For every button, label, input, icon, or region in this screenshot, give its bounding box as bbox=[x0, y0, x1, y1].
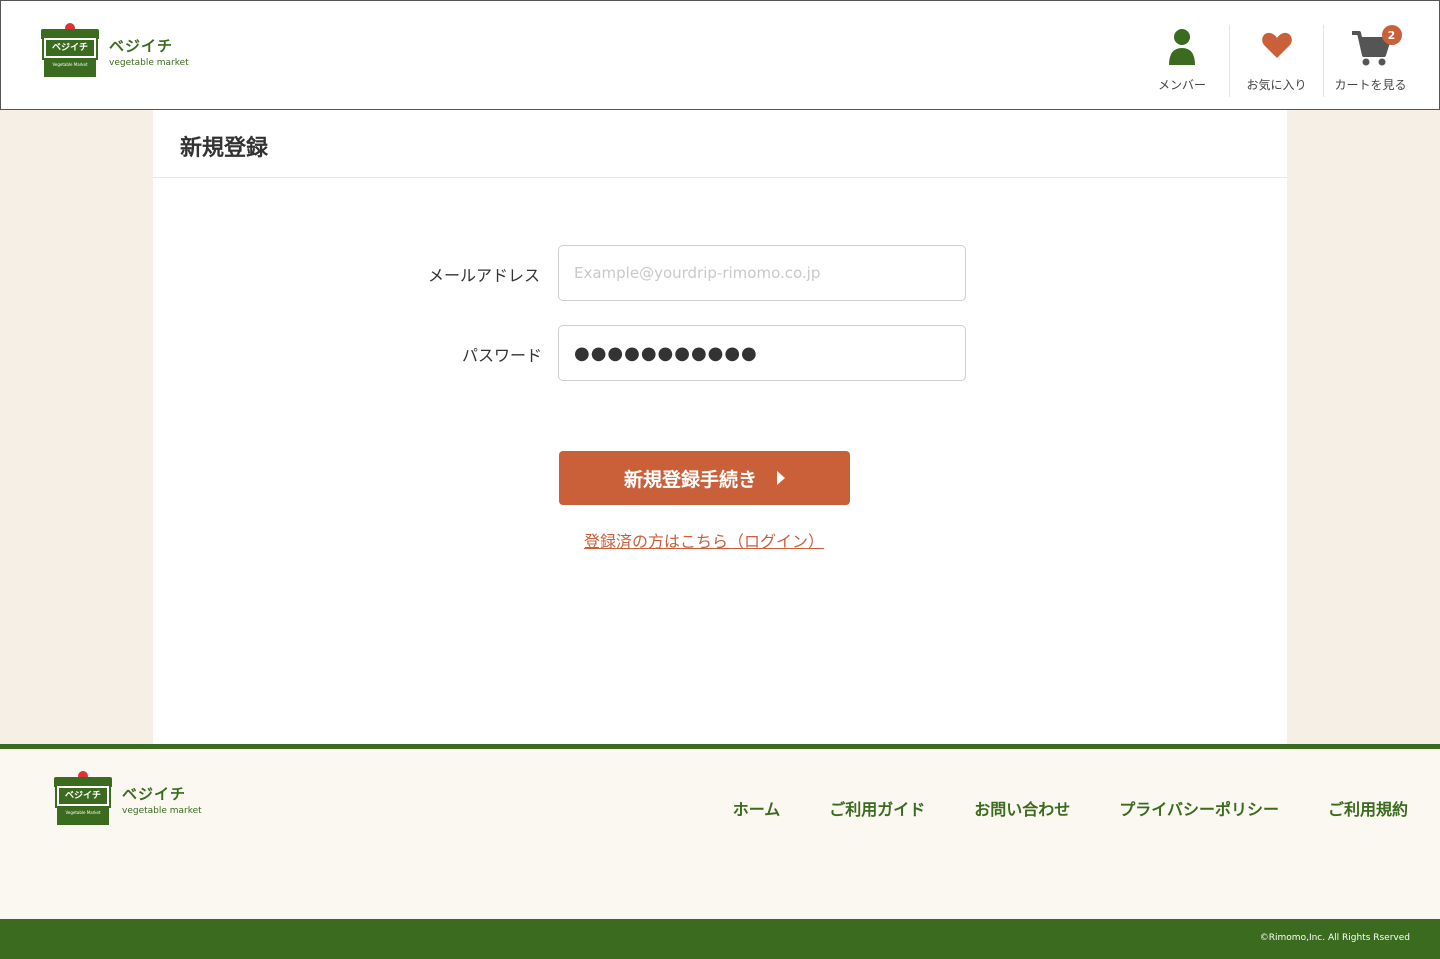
register-submit-button[interactable]: 新規登録手続き bbox=[559, 451, 850, 505]
logo-name: ベジイチ bbox=[109, 36, 174, 55]
logo-subtitle: vegetable market bbox=[109, 57, 189, 68]
email-row: メールアドレス bbox=[153, 245, 1287, 301]
footer-logo[interactable]: ベジイチ Vegetable Market ベジイチ vegetable mar… bbox=[54, 771, 202, 827]
page-title: 新規登録 bbox=[153, 110, 1287, 178]
cart-button[interactable]: 2 カートを見る bbox=[1323, 25, 1417, 97]
site-logo[interactable]: ベジイチ Vegetable Market ベジイチ vegetable mar… bbox=[41, 23, 189, 79]
password-label: パスワード bbox=[461, 346, 542, 365]
heart-icon bbox=[1261, 32, 1292, 58]
password-row: パスワード bbox=[153, 325, 1287, 381]
header-nav: メンバー お気に入り 2 カートを見る bbox=[1135, 25, 1417, 97]
footer-nav: ホーム ご利用ガイド お問い合わせ プライバシーポリシー ご利用規約 bbox=[733, 796, 1408, 820]
footer-link-home[interactable]: ホーム bbox=[733, 796, 781, 820]
register-submit-label: 新規登録手続き bbox=[623, 468, 757, 491]
member-label: メンバー bbox=[1157, 78, 1206, 92]
logo-sign-text: ベジイチ bbox=[55, 784, 111, 808]
logo-stall-icon: ベジイチ Vegetable Market bbox=[54, 771, 112, 827]
logo-sign-text: ベジイチ bbox=[42, 36, 98, 60]
registration-card: 新規登録 メールアドレス パスワード 新規登録手続き 登録済の方はこちら（ログイ… bbox=[153, 110, 1287, 744]
email-input[interactable] bbox=[558, 245, 966, 301]
favorites-label: お気に入り bbox=[1246, 78, 1307, 92]
caret-right-icon bbox=[777, 471, 785, 485]
password-input[interactable] bbox=[558, 325, 966, 381]
footer-bar: ©Rimomo,Inc. All Rights Rserved bbox=[0, 919, 1440, 959]
footer-link-guide[interactable]: ご利用ガイド bbox=[829, 796, 925, 820]
site-header: ベジイチ Vegetable Market ベジイチ vegetable mar… bbox=[0, 0, 1440, 110]
favorites-button[interactable]: お気に入り bbox=[1229, 25, 1323, 97]
footer-link-privacy[interactable]: プライバシーポリシー bbox=[1119, 796, 1279, 820]
logo-stall-text: Vegetable Market bbox=[44, 60, 96, 77]
logo-name: ベジイチ bbox=[122, 784, 187, 803]
footer-link-terms[interactable]: ご利用規約 bbox=[1328, 796, 1408, 820]
email-label: メールアドレス bbox=[427, 266, 540, 285]
logo-subtitle: vegetable market bbox=[122, 805, 202, 816]
logo-stall-text: Vegetable Market bbox=[57, 808, 109, 825]
copyright-text: ©Rimomo,Inc. All Rights Rserved bbox=[1259, 933, 1410, 943]
person-icon bbox=[1169, 29, 1195, 65]
member-button[interactable]: メンバー bbox=[1135, 25, 1229, 97]
footer-link-contact[interactable]: お問い合わせ bbox=[974, 796, 1070, 820]
site-footer: ベジイチ Vegetable Market ベジイチ vegetable mar… bbox=[0, 744, 1440, 919]
cart-count-badge: 2 bbox=[1381, 25, 1402, 45]
login-link[interactable]: 登録済の方はこちら（ログイン） bbox=[153, 528, 1255, 552]
cart-label: カートを見る bbox=[1334, 78, 1407, 92]
logo-stall-icon: ベジイチ Vegetable Market bbox=[41, 23, 99, 79]
